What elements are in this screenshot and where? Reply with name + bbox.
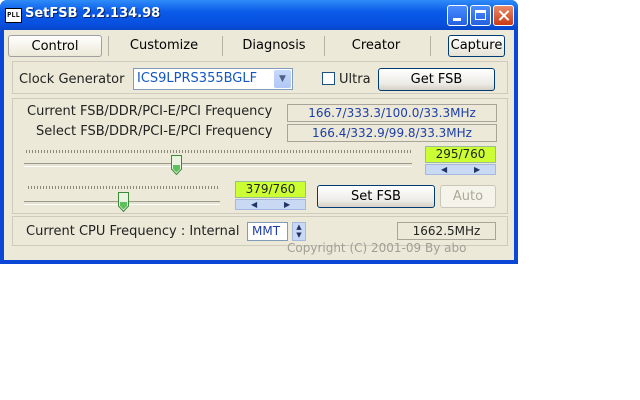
get-fsb-button[interactable]: Get FSB [378,68,495,91]
tab-divider [108,36,109,56]
tab-divider [222,36,223,56]
arrow-left-icon[interactable]: ◀ [251,200,257,209]
maximize-button[interactable] [470,5,491,26]
setfsb-window: PLL SetFSB 2.2.134.98 Control Customize … [0,0,518,264]
cpu-frequency-value: 1662.5MHz [397,222,496,240]
tab-diagnosis[interactable]: Diagnosis [226,35,322,57]
title-bar[interactable]: PLL SetFSB 2.2.134.98 [0,0,518,30]
clock-generator-label: Clock Generator [19,72,125,87]
fsb-slider-thumb[interactable] [171,155,182,175]
fine-spin-buttons[interactable]: ◀ ▶ [235,199,306,210]
client-area: Control Customize Diagnosis Creator Capt… [4,30,514,260]
slider1-ticks [26,150,411,153]
select-frequency-label: Select FSB/DDR/PCI-E/PCI Frequency [36,124,273,139]
slider2-ticks [28,186,220,189]
fine-slider-readout: 379/760 [235,181,306,198]
fsb-slider-track[interactable] [24,163,412,167]
pll-app-icon: PLL [5,8,22,23]
capture-button[interactable]: Capture [448,35,505,57]
fine-slider-thumb[interactable] [118,192,129,212]
arrow-left-icon[interactable]: ◀ [441,165,447,174]
tab-creator[interactable]: Creator [328,35,424,57]
clock-generator-select[interactable]: ICS9LPRS355BGLF ▼ [133,68,293,90]
tab-customize[interactable]: Customize [112,35,216,57]
set-fsb-button[interactable]: Set FSB [317,185,435,208]
tab-divider [430,36,431,56]
select-frequency-value: 166.4/332.9/99.8/33.3MHz [287,124,497,142]
arrow-right-icon[interactable]: ▶ [474,165,480,174]
fsb-slider-readout: 295/760 [425,146,496,163]
minimize-button[interactable] [447,5,468,26]
ultra-label: Ultra [339,72,371,87]
window-title: SetFSB 2.2.134.98 [25,6,161,21]
arrow-right-icon[interactable]: ▶ [284,200,290,209]
clock-generator-value: ICS9LPRS355BGLF [137,71,258,86]
cpu-mode-updown[interactable]: ▲ ▼ [292,222,306,241]
copyright-text: Copyright (C) 2001-09 By abo [287,241,467,255]
current-frequency-label: Current FSB/DDR/PCI-E/PCI Frequency [27,104,273,119]
cpu-frequency-label: Current CPU Frequency : Internal [26,224,240,239]
close-button[interactable] [493,5,514,26]
fsb-spin-buttons[interactable]: ◀ ▶ [425,164,496,175]
tab-divider [324,36,325,56]
auto-button[interactable]: Auto [440,185,496,208]
current-frequency-value: 166.7/333.3/100.0/33.3MHz [287,104,497,122]
chevron-down-icon[interactable]: ▼ [274,70,291,88]
tab-bar: Control Customize Diagnosis Creator Capt… [8,33,510,59]
ultra-checkbox[interactable] [322,72,335,85]
cpu-mode-field[interactable]: MMT [247,222,288,241]
tab-control[interactable]: Control [8,35,102,57]
